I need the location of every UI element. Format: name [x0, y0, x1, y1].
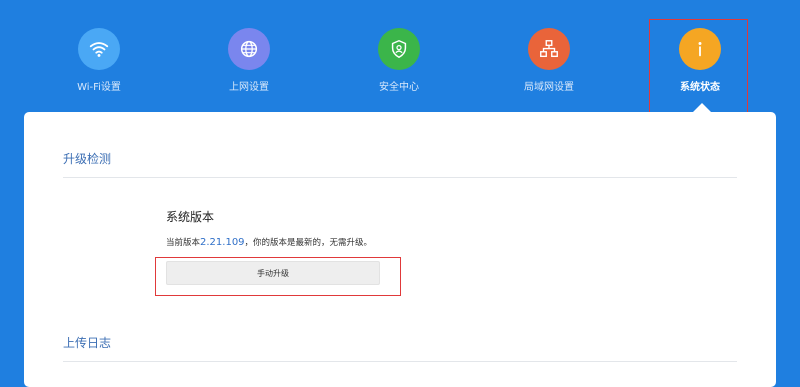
divider: [63, 177, 737, 178]
content-panel: 升级检测 系统版本 当前版本2.21.109，你的版本是最新的，无需升级。 手动…: [24, 112, 776, 387]
nav-label-security: 安全中心: [379, 82, 419, 93]
network-icon: [528, 28, 570, 70]
version-status-text: 当前版本2.21.109，你的版本是最新的，无需升级。: [166, 236, 372, 248]
system-version-title: 系统版本: [166, 210, 215, 224]
version-prefix: 当前版本: [166, 238, 201, 248]
divider: [63, 361, 737, 362]
button-highlight-box: [155, 257, 401, 296]
nav-item-security[interactable]: 安全中心: [339, 28, 459, 93]
globe-icon: [228, 28, 270, 70]
nav-item-lan[interactable]: 局域网设置: [489, 28, 609, 93]
nav-item-internet[interactable]: 上网设置: [189, 28, 309, 93]
version-number: 2.21.109: [200, 237, 245, 248]
shield-user-icon: [378, 28, 420, 70]
section-title-log: 上传日志: [63, 336, 112, 350]
nav-label-internet: 上网设置: [229, 82, 269, 93]
wifi-icon: [78, 28, 120, 70]
nav-item-wifi[interactable]: Wi-Fi设置: [39, 28, 159, 93]
version-suffix: ，你的版本是最新的，无需升级。: [244, 238, 373, 248]
section-title-upgrade: 升级检测: [63, 152, 112, 166]
active-tab-pointer: [693, 103, 711, 112]
nav-label-wifi: Wi-Fi设置: [77, 82, 121, 93]
nav-label-lan: 局域网设置: [524, 82, 574, 93]
